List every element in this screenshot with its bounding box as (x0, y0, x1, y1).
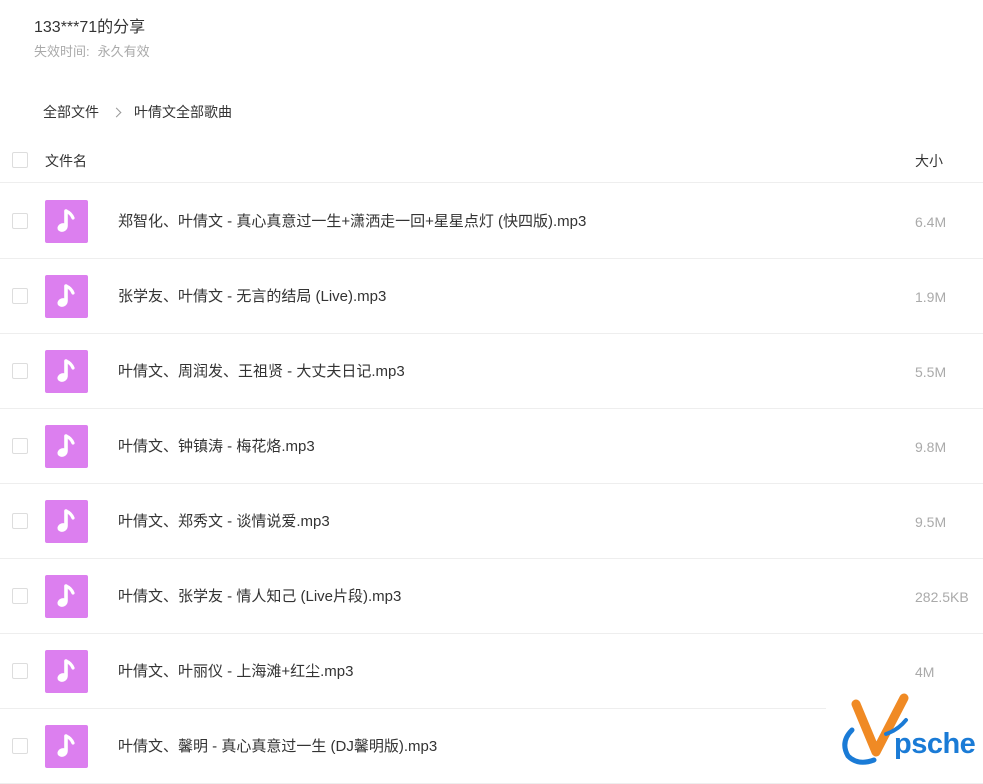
list-header: 文件名 大小 (0, 140, 983, 183)
file-checkbox[interactable] (12, 363, 28, 379)
music-note-icon[interactable] (45, 350, 88, 393)
file-size: 9.5M (915, 514, 947, 530)
music-note-icon[interactable] (45, 200, 88, 243)
file-checkbox[interactable] (12, 588, 28, 604)
file-checkbox[interactable] (12, 438, 28, 454)
select-all-checkbox[interactable] (12, 152, 28, 168)
watermark-text: psche (894, 728, 976, 760)
file-row[interactable]: 郑智化、叶倩文 - 真心真意过一生+潇洒走一回+星星点灯 (快四版).mp3 6.… (0, 184, 983, 259)
file-name[interactable]: 叶倩文、钟镇涛 - 梅花烙.mp3 (118, 437, 315, 457)
file-name[interactable]: 叶倩文、馨明 - 真心真意过一生 (DJ馨明版).mp3 (118, 737, 437, 757)
music-note-icon[interactable] (45, 725, 88, 768)
column-header-name[interactable]: 文件名 (45, 151, 87, 171)
file-name[interactable]: 张学友、叶倩文 - 无言的结局 (Live).mp3 (118, 287, 386, 307)
file-name[interactable]: 叶倩文、张学友 - 情人知己 (Live片段).mp3 (118, 587, 401, 607)
chevron-right-icon (111, 107, 122, 117)
file-size: 6.4M (915, 214, 947, 230)
file-name[interactable]: 郑智化、叶倩文 - 真心真意过一生+潇洒走一回+星星点灯 (快四版).mp3 (118, 212, 586, 232)
share-title: 133***71的分享 (34, 19, 146, 36)
file-size: 282.5KB (915, 589, 969, 605)
file-size: 1.9M (915, 289, 947, 305)
breadcrumb-current: 叶倩文全部歌曲 (134, 104, 232, 120)
file-checkbox[interactable] (12, 288, 28, 304)
music-note-icon[interactable] (45, 575, 88, 618)
music-note-icon[interactable] (45, 650, 88, 693)
file-checkbox[interactable] (12, 513, 28, 529)
music-note-icon[interactable] (45, 425, 88, 468)
file-row[interactable]: 叶倩文、张学友 - 情人知己 (Live片段).mp3 282.5KB (0, 559, 983, 634)
file-row[interactable]: 叶倩文、钟镇涛 - 梅花烙.mp3 9.8M (0, 409, 983, 484)
breadcrumb-root[interactable]: 全部文件 (43, 102, 99, 122)
file-checkbox[interactable] (12, 738, 28, 754)
breadcrumb: 全部文件 叶倩文全部歌曲 (43, 102, 232, 122)
file-checkbox[interactable] (12, 213, 28, 229)
file-name[interactable]: 叶倩文、郑秀文 - 谈情说爱.mp3 (118, 512, 330, 532)
file-row[interactable]: 叶倩文、周润发、王祖贤 - 大丈夫日记.mp3 5.5M (0, 334, 983, 409)
file-size: 5.5M (915, 364, 947, 380)
expire-label: 失效时间: (34, 44, 90, 59)
file-row[interactable]: 张学友、叶倩文 - 无言的结局 (Live).mp3 1.9M (0, 259, 983, 334)
file-checkbox[interactable] (12, 663, 28, 679)
file-row[interactable]: 叶倩文、郑秀文 - 谈情说爱.mp3 9.5M (0, 484, 983, 559)
music-note-icon[interactable] (45, 500, 88, 543)
expire-value: 永久有效 (97, 44, 150, 59)
file-name[interactable]: 叶倩文、叶丽仪 - 上海滩+红尘.mp3 (118, 662, 353, 682)
file-name[interactable]: 叶倩文、周润发、王祖贤 - 大丈夫日记.mp3 (118, 362, 405, 382)
share-expire: 失效时间: 永久有效 (34, 43, 150, 61)
music-note-icon[interactable] (45, 275, 88, 318)
watermark-logo: psche (826, 690, 983, 770)
file-size: 4M (915, 664, 935, 680)
file-size: 9.8M (915, 439, 947, 455)
column-header-size[interactable]: 大小 (915, 151, 943, 171)
